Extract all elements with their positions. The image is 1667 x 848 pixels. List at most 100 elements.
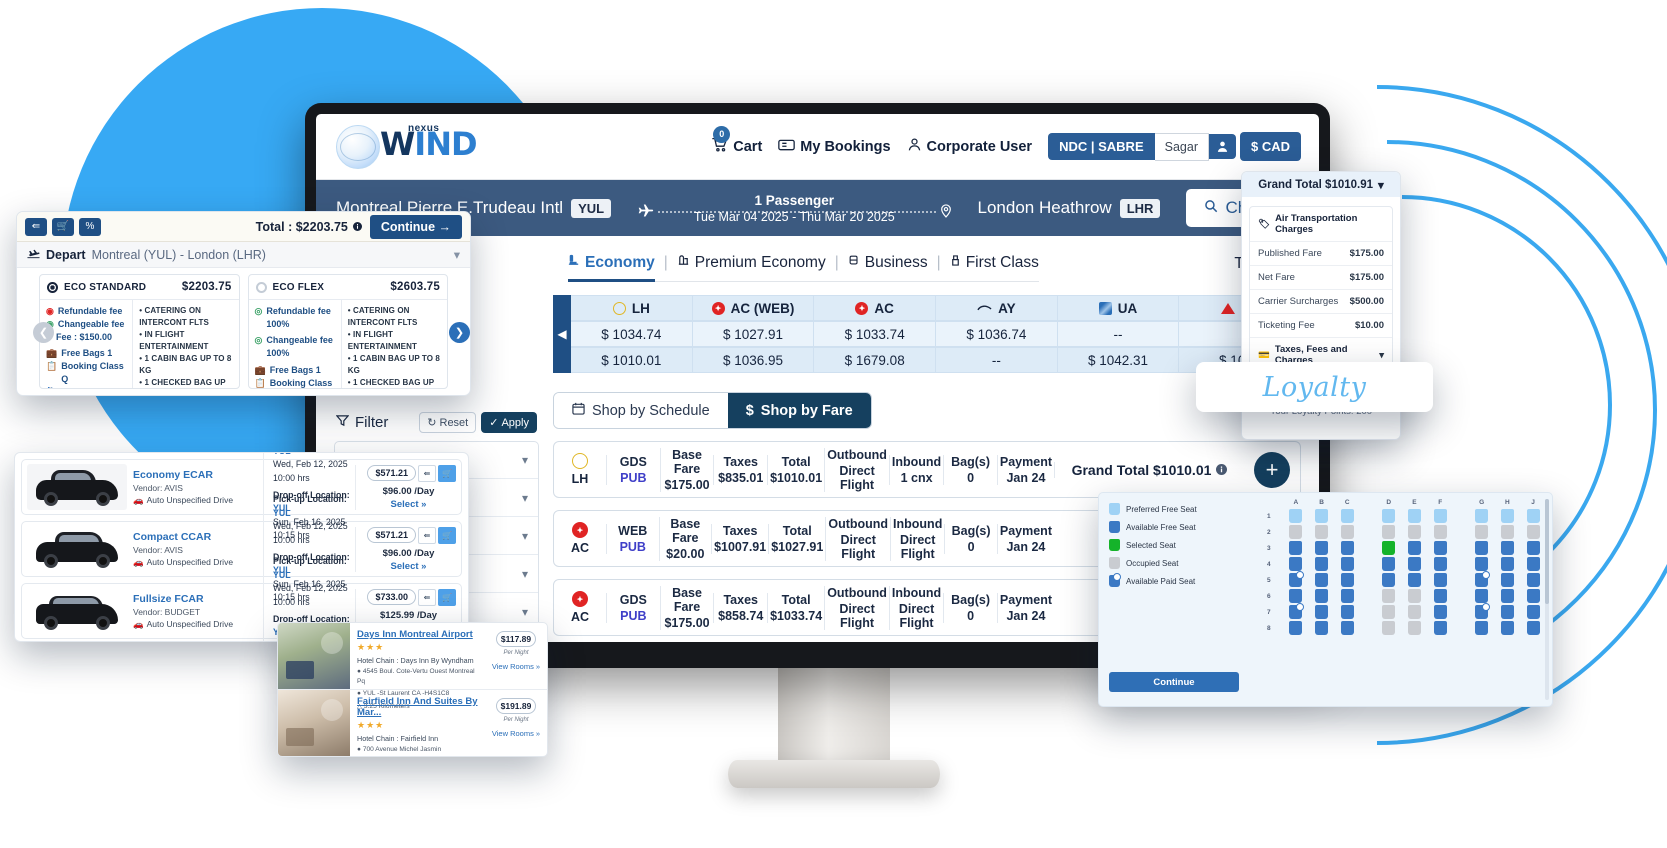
chevron-down-icon[interactable]: ▾ [1379,350,1384,361]
seat-cell[interactable] [1520,605,1546,619]
seat-free-icon[interactable] [1382,573,1396,587]
seat-free-icon[interactable] [1500,589,1514,603]
chevron-down-icon[interactable]: ▾ [1378,178,1384,192]
seat-cell[interactable] [1469,621,1495,635]
tab-shop-by-fare[interactable]: $ Shop by Fare [727,393,871,428]
seat-cell[interactable] [1427,589,1453,603]
seat-cell[interactable] [1376,621,1402,635]
tab-economy[interactable]: Economy [568,254,655,282]
seat-cell[interactable] [1469,603,1495,619]
seat-free-icon[interactable] [1500,557,1514,571]
seat-free-icon[interactable] [1314,589,1328,603]
seat-cell[interactable] [1309,621,1335,635]
seat-cell[interactable] [1495,621,1521,635]
add-fare-button[interactable]: + [1254,451,1290,488]
matrix-price-cell[interactable]: $ 1042.31 [1057,347,1180,373]
matrix-price-cell[interactable]: $ 1033.74 [814,321,937,347]
matrix-price-cell[interactable]: $ 1679.08 [814,347,937,373]
seat-cell[interactable] [1402,589,1428,603]
seat-cell[interactable] [1427,541,1453,555]
seat-pref-icon[interactable] [1289,509,1303,523]
fare-result-row[interactable]: LH GDS PUB Base Fare $175.00 Taxes $835.… [553,441,1301,498]
car-select-button[interactable]: Select » [361,499,456,510]
car-name[interactable]: Compact CCAR [133,531,263,543]
seat-occ-icon[interactable] [1314,525,1328,539]
seat-cell[interactable] [1376,525,1402,539]
seat-occ-icon[interactable] [1382,589,1396,603]
seat-free-icon[interactable] [1526,605,1540,619]
seat-free-icon[interactable] [1407,557,1421,571]
seat-cell[interactable] [1520,557,1546,571]
avatar-icon[interactable] [1208,134,1236,159]
cart-icon[interactable]: 🛒 [438,588,456,606]
seat-cell[interactable] [1469,541,1495,555]
share-icon[interactable]: ⇚ [418,526,436,544]
car-result-row[interactable]: Economy ECAR Vendor: AVIS 🚗 Auto Unspeci… [21,453,462,543]
seat-free-icon[interactable] [1526,621,1540,635]
destination-display[interactable]: London Heathrow LHR [978,198,1161,218]
seat-free-icon[interactable] [1314,557,1328,571]
seat-free-icon[interactable] [1475,589,1489,603]
seat-cell[interactable] [1495,605,1521,619]
seat-free-icon[interactable] [1382,557,1396,571]
branded-fare-card[interactable]: ECO FLEX $2603.75 ◎ Refundable fee 100% ◎… [247,274,448,389]
seat-cell[interactable] [1309,541,1335,555]
seat-cell[interactable] [1376,541,1402,555]
seat-sel-icon[interactable] [1382,541,1396,555]
seat-free-icon[interactable] [1289,557,1303,571]
tab-premium-economy[interactable]: Premium Economy [677,254,826,272]
seat-occ-icon[interactable] [1382,621,1396,635]
seat-paid-icon[interactable] [1475,571,1491,587]
seat-occ-icon[interactable] [1407,605,1421,619]
seat-free-icon[interactable] [1526,589,1540,603]
car-result-row[interactable]: Compact CCAR Vendor: AVIS 🚗 Auto Unspeci… [21,493,462,605]
tab-business[interactable]: Business [848,254,928,272]
seat-continue-button[interactable]: Continue [1109,672,1239,692]
depart-segment-header[interactable]: Depart Montreal (YUL) - London (LHR) ▾ [17,242,470,268]
seat-occ-icon[interactable] [1382,525,1396,539]
seat-occ-icon[interactable] [1500,525,1514,539]
car-name[interactable]: Fullsize FCAR [133,593,263,605]
seat-cell[interactable] [1283,603,1309,619]
seat-occ-icon[interactable] [1407,621,1421,635]
seat-free-icon[interactable] [1526,557,1540,571]
seat-cell[interactable] [1402,621,1428,635]
seat-cell[interactable] [1469,509,1495,523]
matrix-column[interactable]: AC (WEB) $ 1027.91 $ 1036.95 [692,295,815,373]
seat-free-icon[interactable] [1526,573,1540,587]
seat-free-icon[interactable] [1340,557,1354,571]
seat-pref-icon[interactable] [1340,509,1354,523]
hotel-name[interactable]: Fairfield Inn And Suites By Mar... [357,696,480,718]
seat-free-icon[interactable] [1500,605,1514,619]
seat-cell[interactable] [1520,621,1546,635]
seat-cell[interactable] [1402,605,1428,619]
seat-occ-icon[interactable] [1475,525,1489,539]
branded-fares-next-button[interactable]: ❯ [449,322,470,343]
branded-fares-prev-button[interactable]: ❮ [33,322,54,343]
seat-pref-icon[interactable] [1500,509,1514,523]
filter-reset-button[interactable]: ↻ Reset [419,412,477,433]
cart-icon[interactable]: 🛒 [52,217,74,236]
seat-occ-icon[interactable] [1433,525,1447,539]
seat-cell[interactable] [1376,589,1402,603]
seat-cell[interactable] [1283,571,1309,587]
seat-cell[interactable] [1402,509,1428,523]
car-select-button[interactable]: Select » [361,561,456,572]
user-name-label[interactable]: Sagar [1154,132,1209,161]
share-icon[interactable]: ⇚ [25,217,47,236]
seat-map-scrollbar[interactable] [1545,499,1549,700]
seat-cell[interactable] [1402,525,1428,539]
seat-free-icon[interactable] [1314,541,1328,555]
ndc-sabre-button[interactable]: NDC | SABRE [1048,133,1155,160]
seat-pref-icon[interactable] [1314,509,1328,523]
seat-free-icon[interactable] [1433,541,1447,555]
seat-free-icon[interactable] [1289,621,1303,635]
seat-free-icon[interactable] [1407,573,1421,587]
seat-cell[interactable] [1469,525,1495,539]
seat-occ-icon[interactable] [1407,525,1421,539]
seat-free-icon[interactable] [1340,573,1354,587]
cart-icon[interactable]: 🛒 [438,464,456,482]
seat-free-icon[interactable] [1433,589,1447,603]
matrix-price-cell[interactable]: $ 1027.91 [692,321,815,347]
seat-free-icon[interactable] [1475,541,1489,555]
